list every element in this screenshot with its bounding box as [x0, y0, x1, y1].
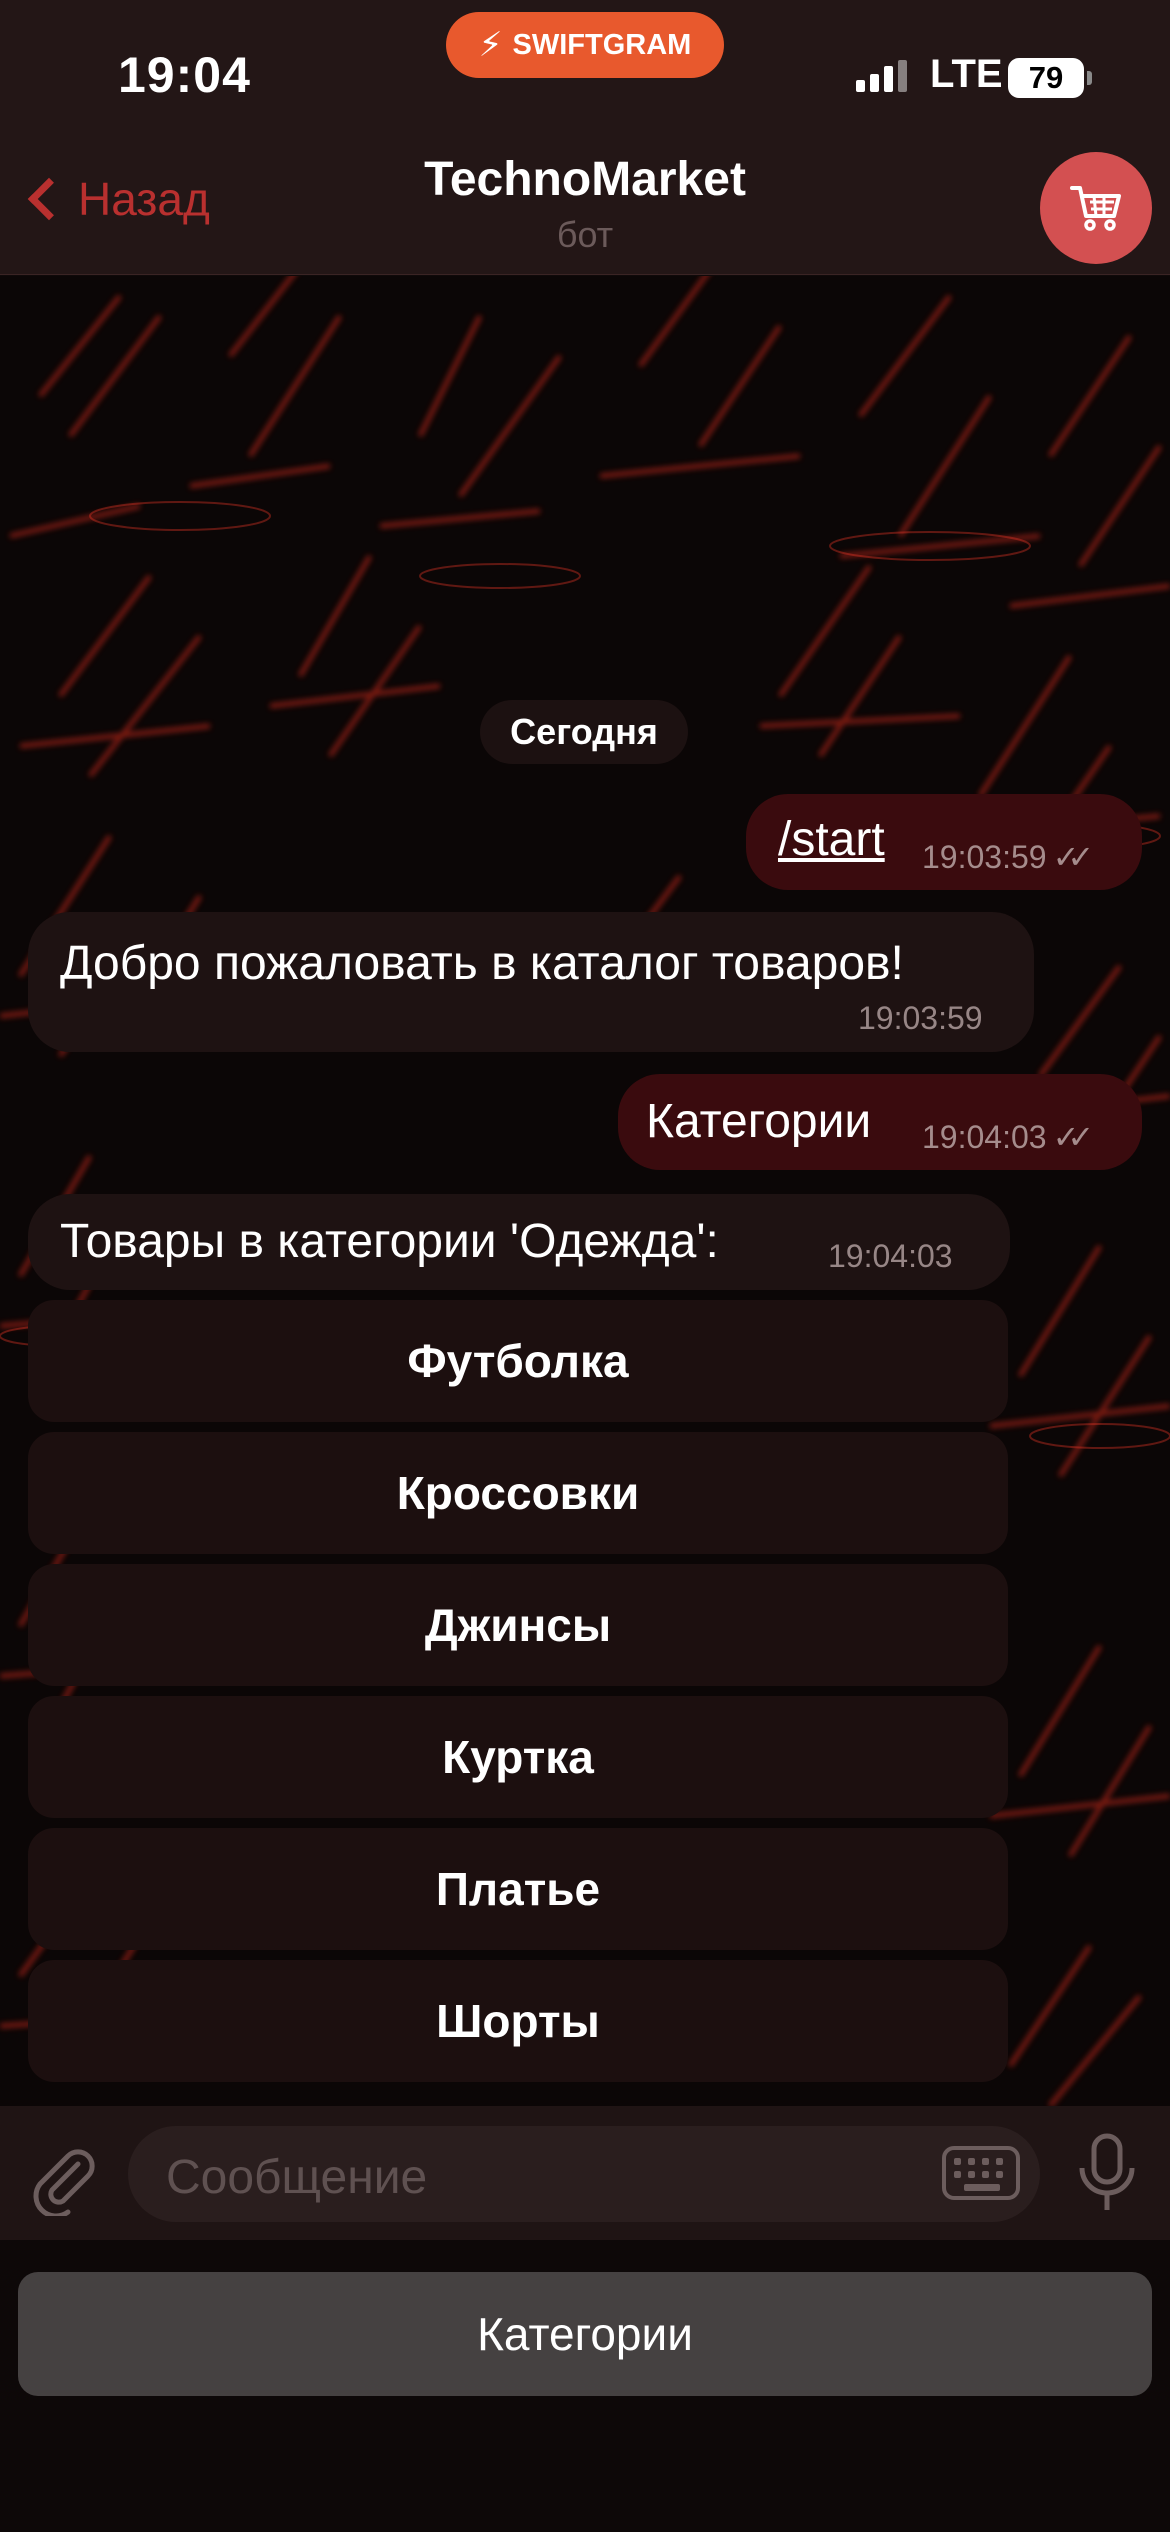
message-outgoing[interactable]: Категории 19:04:03 ✓✓ [618, 1074, 1142, 1170]
message-incoming[interactable]: Товары в категории 'Одежда': 19:04:03 [28, 1194, 1010, 1290]
message-input-bar: Сообщение [0, 2106, 1170, 2240]
status-time: 19:04 [118, 47, 251, 103]
inline-button[interactable]: Футболка [28, 1300, 1008, 1422]
inline-button[interactable]: Платье [28, 1828, 1008, 1950]
date-divider: Сегодня [480, 700, 688, 764]
top-bar: 19:04 ⚡ SWIFTGRAM LTE 79 Назад TechnoMar… [0, 0, 1170, 275]
signal-icon [856, 60, 907, 92]
screen: 19:04 ⚡ SWIFTGRAM LTE 79 Назад TechnoMar… [0, 0, 1170, 2532]
inline-button[interactable]: Джинсы [28, 1564, 1008, 1686]
swiftgram-label: SWIFTGRAM [512, 28, 692, 61]
message-incoming[interactable]: Добро пожаловать в каталог товаров! 19:0… [28, 912, 1034, 1052]
double-check-icon: ✓✓ [1052, 1119, 1094, 1155]
cart-icon [1070, 186, 1121, 231]
message-text: Товары в категории 'Одежда': [60, 1215, 719, 1268]
lightning-icon: ⚡ [478, 26, 503, 64]
chat-subtitle: бот [556, 214, 614, 255]
keyboard-icon[interactable] [942, 2146, 1020, 2200]
battery-icon: 79 [1008, 58, 1092, 98]
bot-avatar[interactable] [1040, 152, 1152, 264]
message-time-text: 19:04:03 [922, 1119, 1047, 1155]
message-text[interactable]: /start [778, 812, 885, 867]
message-time: 19:04:03 ✓✓ [922, 1118, 1094, 1156]
inline-button[interactable]: Кроссовки [28, 1432, 1008, 1554]
inline-button[interactable]: Шорты [28, 1960, 1008, 2082]
inline-button[interactable]: Куртка [28, 1696, 1008, 1818]
double-check-icon: ✓✓ [1052, 839, 1094, 875]
message-text: Добро пожаловать в каталог товаров! [60, 937, 904, 990]
paperclip-icon[interactable] [26, 2142, 100, 2216]
message-placeholder: Сообщение [166, 2151, 428, 2204]
swiftgram-badge[interactable]: ⚡ SWIFTGRAM [446, 12, 724, 78]
chat-area[interactable]: Сегодня /start 19:03:59 ✓✓ Добро пожалова… [0, 276, 1170, 2106]
chat-title[interactable]: TechnoMarket [0, 152, 1170, 207]
message-text: Категории [646, 1095, 872, 1148]
message-outgoing[interactable]: /start 19:03:59 ✓✓ [746, 794, 1142, 890]
message-time-text: 19:03:59 [922, 839, 1047, 875]
message-time: 19:03:59 ✓✓ [922, 838, 1094, 876]
message-time: 19:03:59 [858, 1000, 983, 1036]
microphone-icon[interactable] [1076, 2132, 1138, 2216]
network-type: LTE [930, 52, 1003, 96]
reply-keyboard: Категории [0, 2240, 1170, 2532]
message-time: 19:04:03 [828, 1238, 953, 1274]
reply-keyboard-button[interactable]: Категории [18, 2272, 1152, 2396]
message-input[interactable]: Сообщение [128, 2126, 1040, 2222]
battery-level: 79 [1028, 60, 1064, 95]
